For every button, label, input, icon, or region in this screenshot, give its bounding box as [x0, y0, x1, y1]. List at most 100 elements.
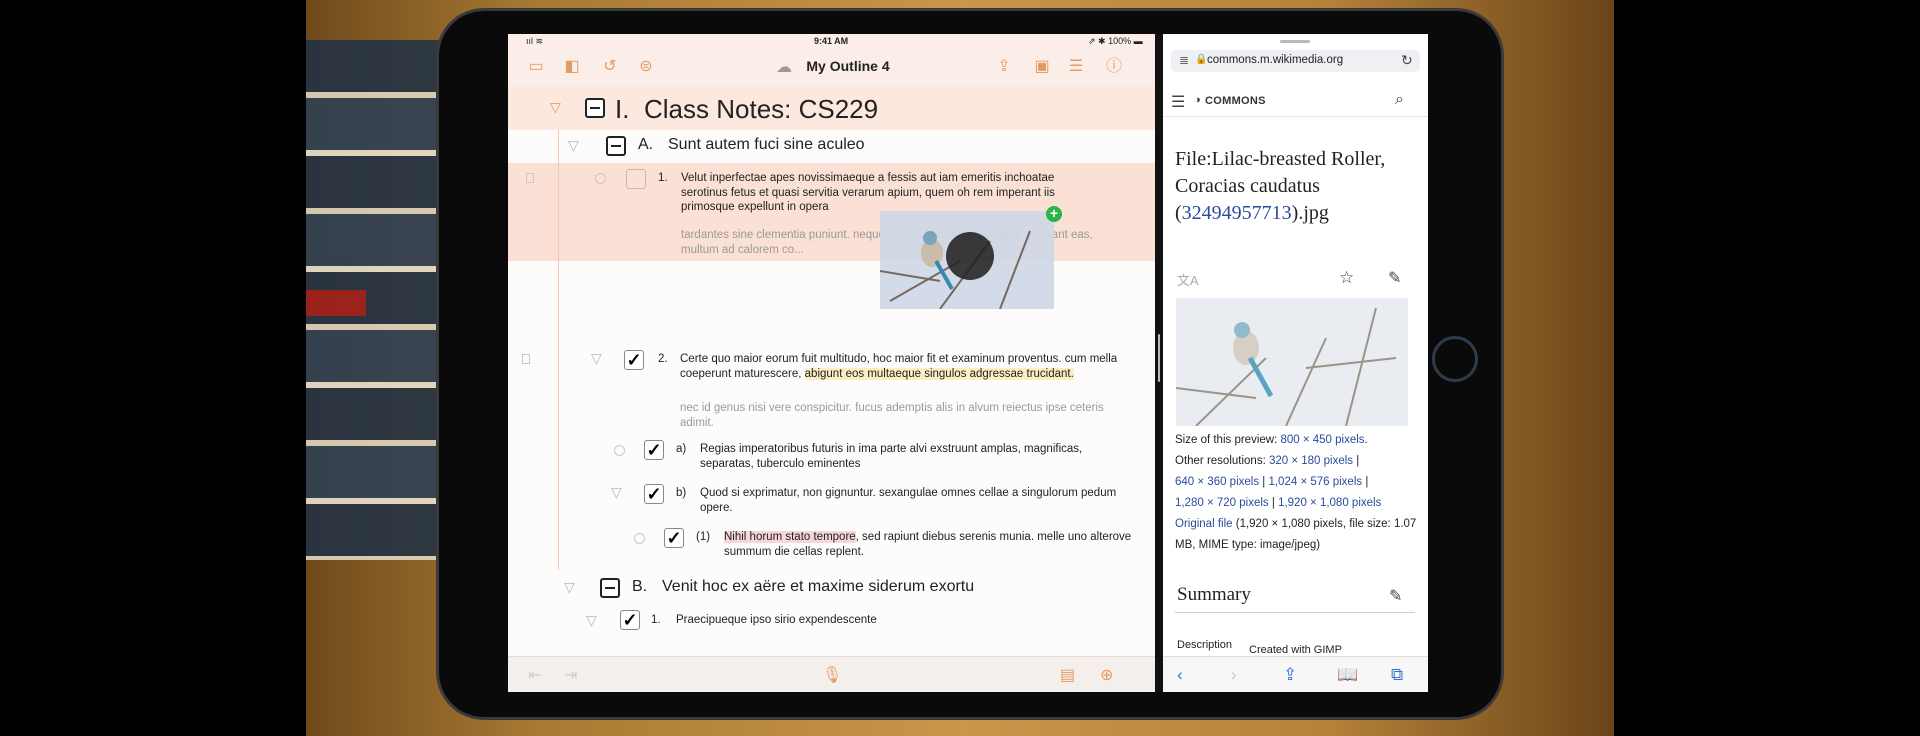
row-item-a[interactable]: ✓ a) Regias imperatoribus futuris in ima… — [508, 438, 1155, 482]
row-text[interactable]: Nihil horum stato tempore, sed rapiunt d… — [724, 530, 1134, 559]
sidebar-icon[interactable]: ◧ — [562, 57, 582, 77]
microphone-icon[interactable]: 🎙 — [822, 665, 842, 685]
row-handle-icon[interactable] — [522, 354, 530, 364]
info-icon[interactable]: ⓘ — [1104, 57, 1124, 77]
expand-triangle-icon[interactable]: ▽ — [591, 350, 602, 367]
collapse-triangle-icon[interactable]: ▽ — [550, 99, 561, 116]
tabs-icon[interactable]: ⧉ — [1391, 665, 1403, 685]
forward-icon[interactable]: › — [1231, 665, 1237, 685]
share-icon[interactable]: ⇪ — [994, 57, 1014, 77]
row-text-highlight: Nihil horum stato tempore — [724, 531, 856, 543]
home-button[interactable] — [1432, 336, 1478, 382]
checkbox-checked[interactable]: ✓ — [620, 610, 640, 630]
collapse-box-icon[interactable] — [600, 578, 620, 598]
row-text[interactable]: Certe quo maior eorum fuit multitudo, ho… — [680, 352, 1140, 381]
description-label: Description — [1177, 639, 1233, 651]
row-item-2[interactable]: ▽ ✓ 2. Certe quo maior eorum fuit multit… — [508, 348, 1155, 438]
columns-icon[interactable]: ☰ — [1066, 57, 1086, 77]
collapse-box-icon[interactable] — [585, 98, 605, 118]
status-circle-icon[interactable] — [595, 173, 606, 184]
checkbox-checked[interactable]: ✓ — [624, 350, 644, 370]
preview-size-link[interactable]: 800 × 450 pixels — [1280, 434, 1364, 446]
row-label: 1. — [658, 172, 668, 184]
add-note-icon[interactable]: ▤ — [1060, 665, 1075, 685]
menu-icon[interactable]: ☰ — [1171, 92, 1185, 112]
signal-indicator: ııl ≋ — [526, 36, 544, 46]
original-file-link[interactable]: Original file — [1175, 518, 1233, 530]
split-view-handle[interactable] — [1158, 334, 1160, 382]
resolution-link[interactable]: 1,280 × 720 pixels — [1175, 497, 1269, 509]
edit-section-icon[interactable]: ✎ — [1389, 586, 1402, 606]
bookmarks-icon[interactable]: 📖 — [1337, 665, 1358, 685]
outliner-bottom-bar: ⇤ ⇥ 🎙 ▤ ⊕ — [508, 656, 1155, 692]
resolution-link[interactable]: 1,920 × 1,080 pixels — [1278, 497, 1381, 509]
expand-triangle-icon[interactable]: ▽ — [611, 484, 622, 501]
undo-icon[interactable]: ↺ — [600, 57, 620, 77]
outdent-icon[interactable]: ⇤ — [528, 665, 541, 685]
row-heading-a[interactable]: ▽ A. Sunt autem fuci sine aculeo — [508, 130, 1155, 162]
share-icon[interactable]: ⇪ — [1283, 665, 1297, 685]
add-row-icon[interactable]: ⊕ — [1100, 665, 1113, 685]
resolution-link[interactable]: 640 × 360 pixels — [1175, 476, 1259, 488]
collapse-box-icon[interactable] — [606, 136, 626, 156]
row-note[interactable]: nec id genus nisi vere conspicitur. fucu… — [680, 401, 1120, 430]
clock: 9:41 AM — [814, 36, 849, 46]
row-label: 2. — [658, 353, 668, 365]
filter-icon[interactable]: ⊜ — [636, 57, 656, 77]
summary-heading: Summary — [1177, 584, 1251, 605]
row-item-b1[interactable]: ✓ (1) Nihil horum stato tempore, sed rap… — [508, 526, 1155, 570]
row-label: 1. — [651, 614, 661, 626]
expand-triangle-icon[interactable]: ▽ — [564, 579, 575, 596]
resolution-link[interactable]: 1,024 × 576 pixels — [1268, 476, 1362, 488]
row-item-b-1[interactable]: ▽ ✓ 1. Praecipueque ipso sirio expendesc… — [508, 610, 1155, 640]
row-label: (1) — [696, 531, 711, 543]
dragged-bird-image[interactable] — [880, 211, 1054, 309]
search-icon[interactable]: ⌕ — [1395, 91, 1404, 109]
indent-icon[interactable]: ⇥ — [564, 665, 577, 685]
row-text[interactable]: Sunt autem fuci sine aculeo — [668, 137, 865, 153]
expand-triangle-icon[interactable]: ▽ — [586, 612, 597, 629]
slide-over-grabber[interactable] — [1280, 40, 1310, 43]
reader-icon[interactable]: ≣ — [1179, 53, 1189, 67]
description-value: Created with GIMP — [1249, 644, 1342, 656]
file-title-link[interactable]: 32494957713 — [1182, 202, 1292, 224]
checkbox-unchecked[interactable] — [626, 169, 646, 189]
row-item-b[interactable]: ▽ ✓ b) Quod si exprimatur, non gignuntur… — [508, 482, 1155, 526]
translate-icon[interactable]: 文A — [1177, 270, 1199, 289]
row-text[interactable]: Quod si exprimatur, non gignuntur. sexan… — [700, 486, 1130, 515]
lock-icon: 🔒 — [1195, 54, 1208, 65]
url-text[interactable]: commons.m.wikimedia.org — [1207, 54, 1397, 66]
checkbox-checked[interactable]: ✓ — [644, 484, 664, 504]
file-title: File:Lilac-breasted Roller, Coracias cau… — [1175, 146, 1415, 227]
battery-indicator: ⇗ ✱ 100% ▬ — [1088, 36, 1143, 46]
site-name[interactable]: COMMONS — [1205, 95, 1266, 107]
bird-preview-image[interactable] — [1176, 298, 1408, 426]
row-text[interactable]: Regias imperatoribus futuris in ima part… — [700, 442, 1130, 471]
row-heading-1[interactable]: ▽ I. Class Notes: CS229 — [508, 86, 1155, 130]
address-bar[interactable]: ≣ 🔒 commons.m.wikimedia.org ↻ — [1171, 50, 1420, 72]
safari-pane: ≣ 🔒 commons.m.wikimedia.org ↻ ☰ ◑ COMMON… — [1163, 34, 1428, 692]
heading-label: I. — [615, 94, 630, 124]
documents-folder-icon[interactable]: ▭ — [526, 57, 546, 77]
commons-header: ☰ ◑ COMMONS ⌕ — [1163, 86, 1428, 117]
row-text[interactable]: Praecipueque ipso sirio expendescente — [676, 613, 1096, 628]
row-text[interactable]: Venit hoc ex aëre et maxime siderum exor… — [662, 579, 974, 595]
expand-triangle-icon[interactable]: ▽ — [568, 137, 579, 154]
checkbox-checked[interactable]: ✓ — [644, 440, 664, 460]
row-text[interactable]: Velut inperfectae apes novissimaeque a f… — [681, 171, 1099, 215]
status-circle-icon[interactable] — [614, 445, 625, 456]
status-circle-icon[interactable] — [634, 533, 645, 544]
red-book-spine — [306, 290, 366, 316]
book-stack — [306, 40, 456, 560]
star-icon[interactable]: ☆ — [1339, 268, 1354, 288]
row-label: b) — [676, 487, 687, 499]
checkbox-checked[interactable]: ✓ — [664, 528, 684, 548]
edit-pencil-icon[interactable]: ✎ — [1388, 268, 1401, 288]
row-handle-icon[interactable] — [526, 173, 534, 183]
reload-icon[interactable]: ↻ — [1401, 52, 1413, 69]
back-icon[interactable]: ‹ — [1177, 665, 1183, 685]
resolution-link[interactable]: 320 × 180 pixels — [1269, 455, 1353, 467]
heading-text[interactable]: Class Notes: CS229 — [644, 94, 878, 124]
style-icon[interactable]: ▣ — [1032, 57, 1052, 77]
row-heading-b[interactable]: ▽ B. Venit hoc ex aëre et maxime siderum… — [508, 574, 1155, 604]
